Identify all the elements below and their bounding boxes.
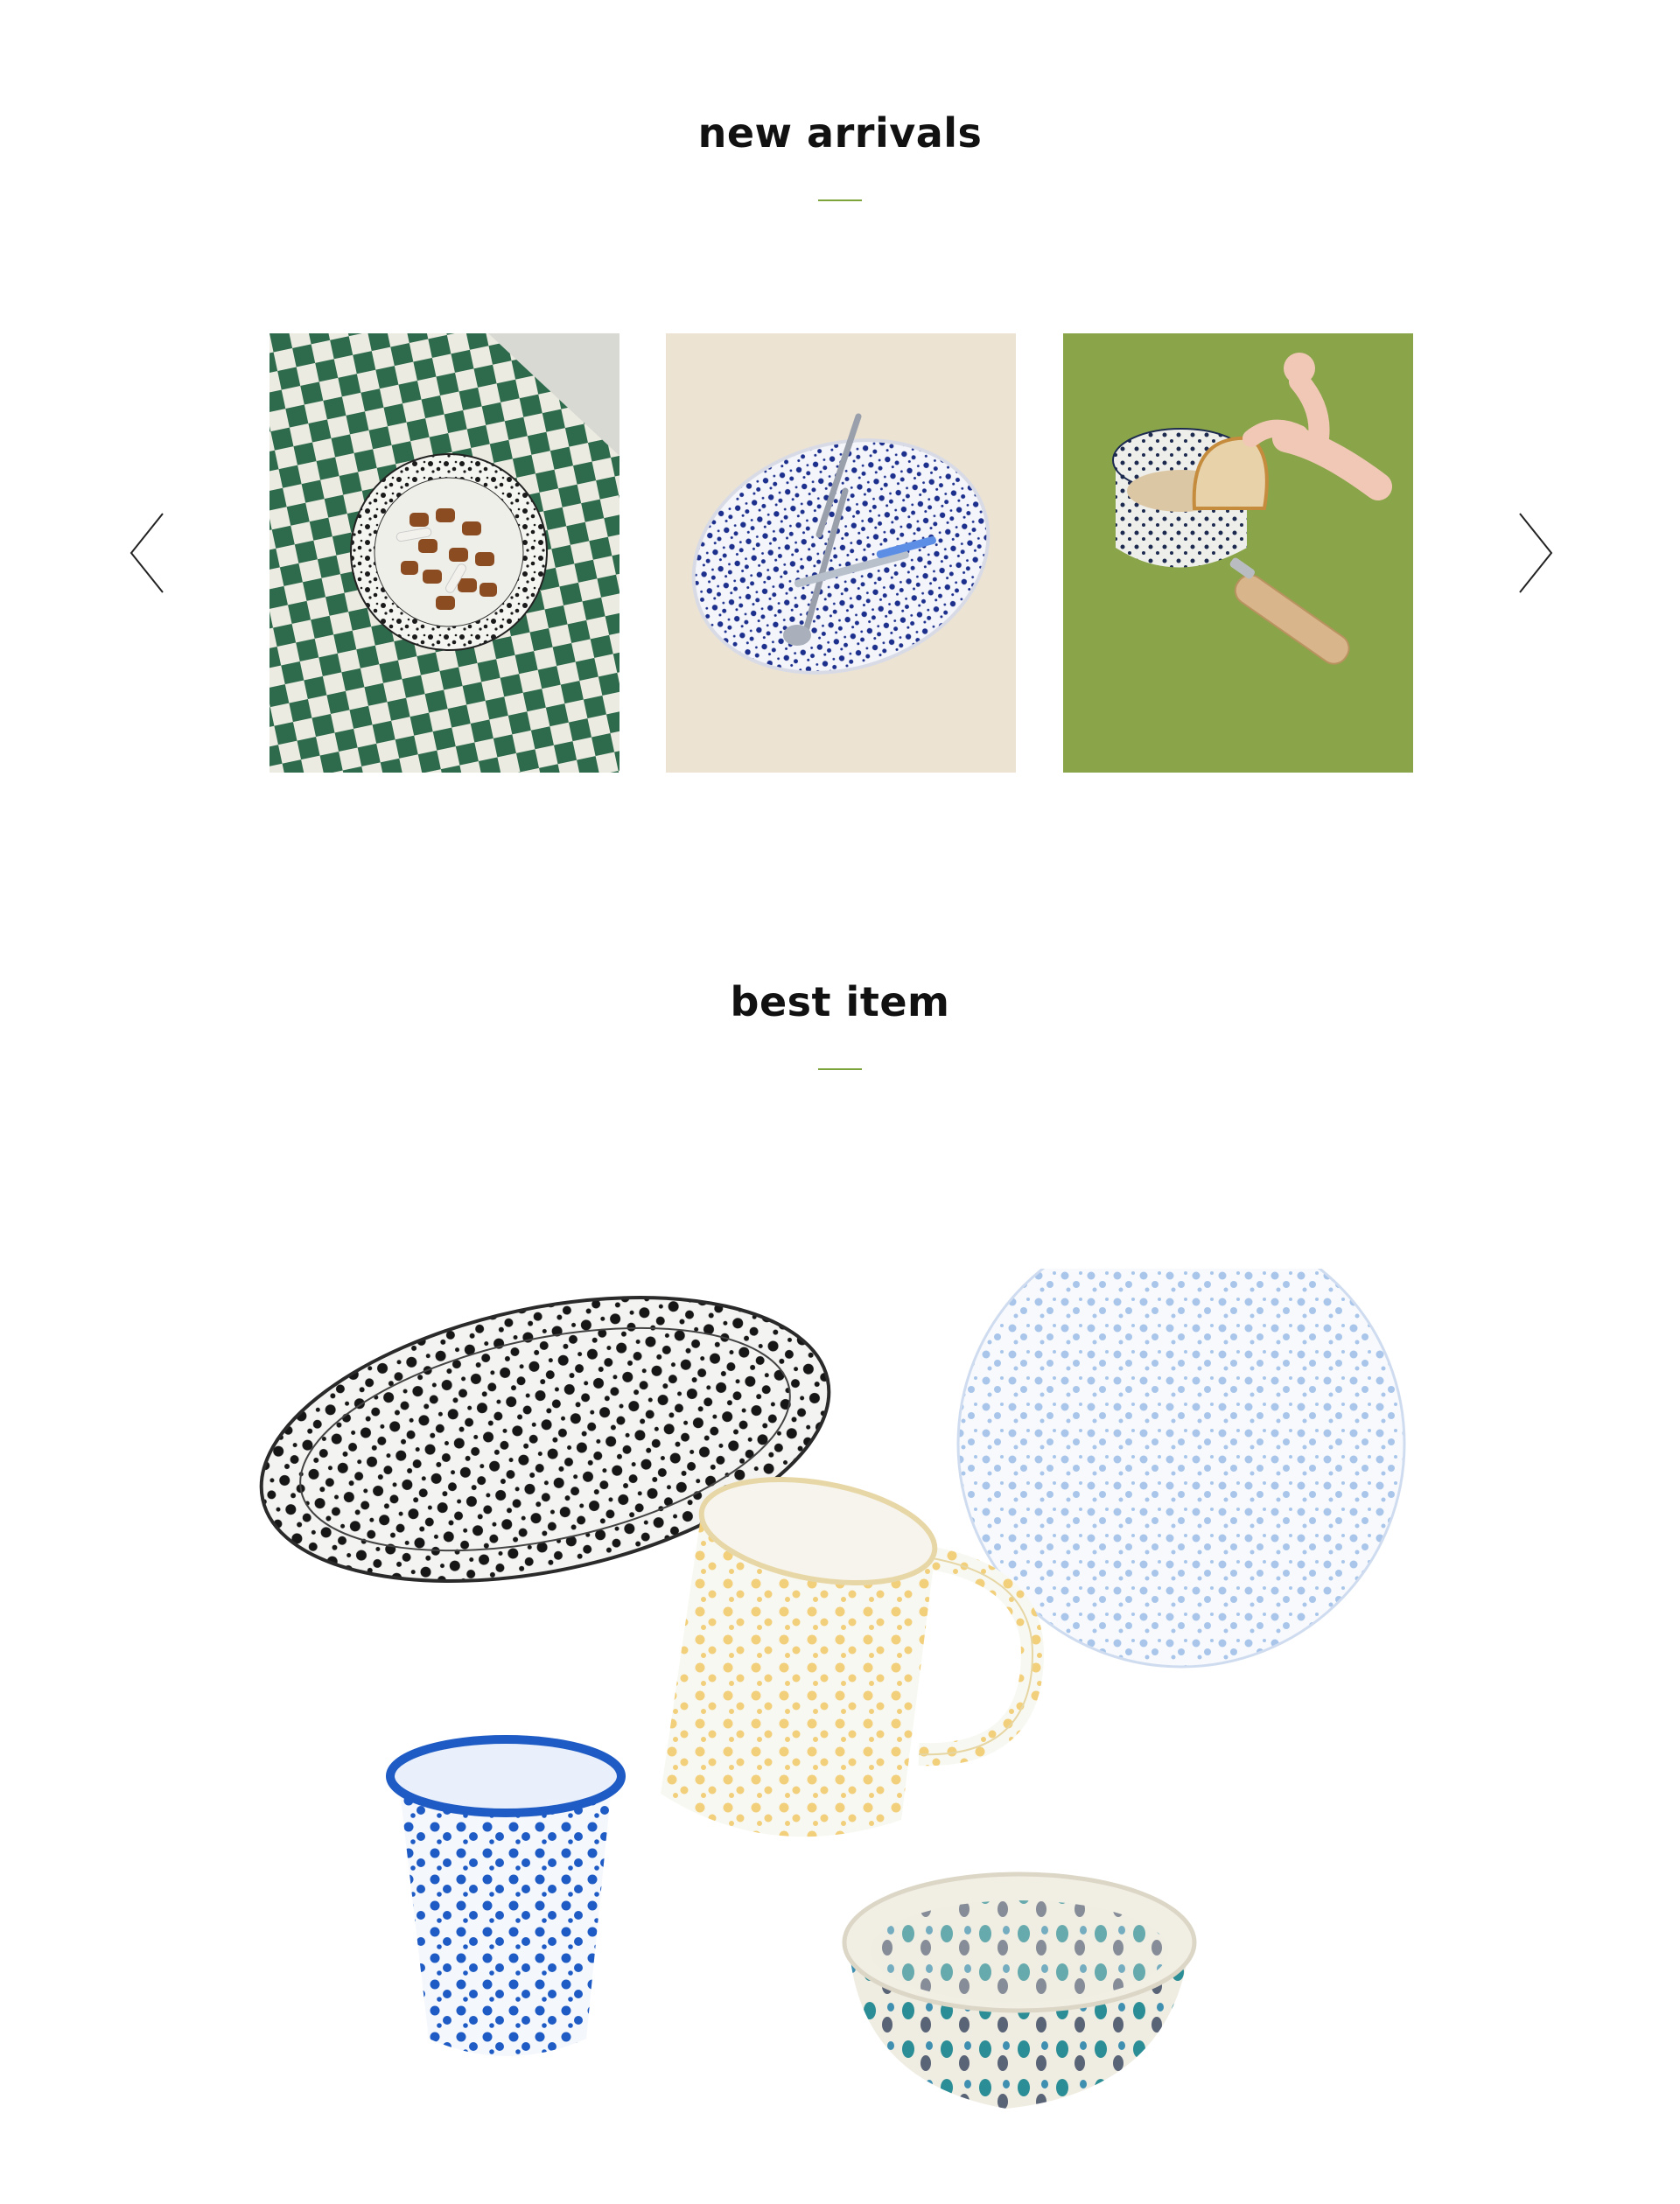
- chevron-right-icon: [1519, 513, 1553, 593]
- product-card-3[interactable]: [1063, 333, 1413, 773]
- carousel-next-button[interactable]: [1516, 512, 1555, 594]
- enamelware-collection-image: [259, 1269, 1406, 2109]
- carousel-prev-button[interactable]: [128, 512, 166, 594]
- new-arrivals-title: new arrivals: [697, 109, 983, 157]
- product-card-1[interactable]: [270, 333, 620, 773]
- product-card-2[interactable]: [666, 333, 1016, 773]
- blue-splatter-oval-plate-image: [666, 333, 1016, 773]
- best-item-title: best item: [730, 978, 950, 1025]
- new-arrivals-divider: [818, 199, 862, 201]
- best-item-divider: [818, 1068, 862, 1070]
- best-item-image[interactable]: [245, 1269, 1418, 2144]
- splatter-saucepan-bread-image: [1063, 333, 1413, 773]
- checkered-cloth-speckled-plate-image: [270, 333, 620, 773]
- chevron-left-icon: [130, 513, 164, 593]
